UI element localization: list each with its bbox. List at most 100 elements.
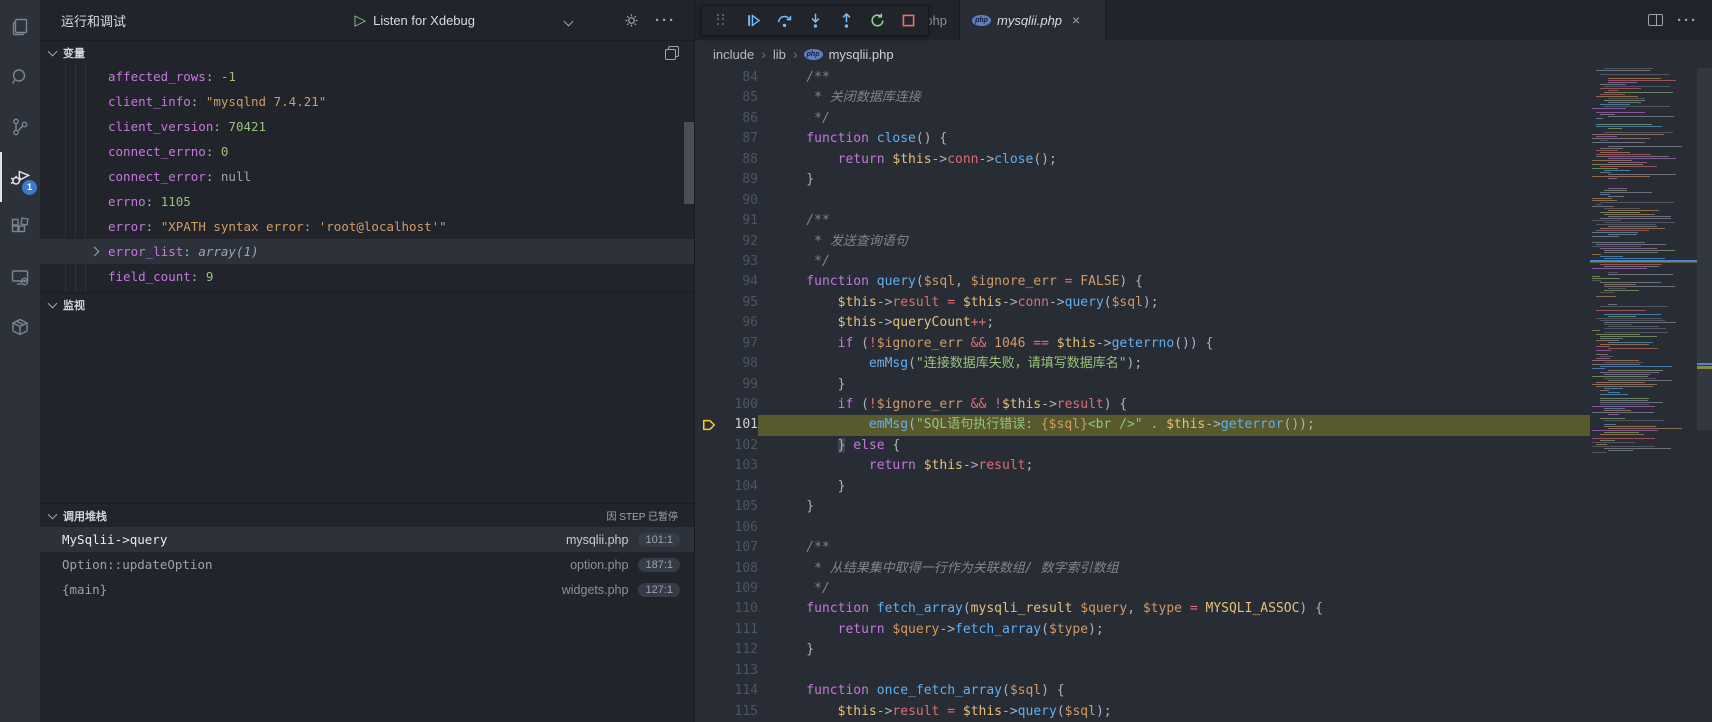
- line-number[interactable]: 99: [695, 375, 758, 395]
- debug-configuration-dropdown[interactable]: Listen for Xdebug: [373, 13, 475, 28]
- line-number[interactable]: 114: [695, 681, 758, 701]
- tab-mysqlii-php[interactable]: php mysqlii.php ×: [960, 0, 1106, 40]
- call-stack-section-header[interactable]: 调用堆栈 因 STEP 已暂停: [40, 503, 694, 527]
- line-number[interactable]: 104: [695, 477, 758, 497]
- line-number[interactable]: 94: [695, 272, 758, 292]
- code-line-84[interactable]: 84 /**: [695, 68, 1712, 88]
- code-line-106[interactable]: 106: [695, 518, 1712, 538]
- breadcrumb-file[interactable]: mysqlii.php: [829, 47, 894, 62]
- more-actions-icon[interactable]: ···: [655, 12, 676, 29]
- call-stack-frame[interactable]: {main}widgets.php127:1: [40, 577, 694, 602]
- line-number[interactable]: 95: [695, 293, 758, 313]
- watch-section-header[interactable]: 监视: [40, 292, 694, 316]
- code-editor[interactable]: 84 /**85 * 关闭数据库连接86 */87 function close…: [695, 68, 1712, 722]
- code-line-100[interactable]: 100 if (!$ignore_err && !$this->result) …: [695, 395, 1712, 415]
- line-number[interactable]: 91: [695, 211, 758, 231]
- variable-row-errno[interactable]: errno: 1105: [40, 189, 694, 214]
- line-number[interactable]: 93: [695, 252, 758, 272]
- code-line-89[interactable]: 89 }: [695, 170, 1712, 190]
- step-over-button[interactable]: [771, 8, 797, 33]
- activity-item-explorer[interactable]: [0, 2, 40, 52]
- line-number[interactable]: 105: [695, 497, 758, 517]
- line-number[interactable]: 103: [695, 456, 758, 476]
- code-line-95[interactable]: 95 $this->result = $this->conn->query($s…: [695, 293, 1712, 313]
- call-stack-frame[interactable]: MySqlii->querymysqlii.php101:1: [40, 527, 694, 552]
- variable-row-error[interactable]: error: "XPATH syntax error: 'root@localh…: [40, 214, 694, 239]
- scrollbar-slider[interactable]: [1697, 68, 1712, 430]
- code-line-110[interactable]: 110 function fetch_array(mysqli_result $…: [695, 599, 1712, 619]
- code-line-101[interactable]: 101 emMsg("SQL语句执行错误: {$sql}<br />" . $t…: [695, 415, 1712, 435]
- line-number[interactable]: 109: [695, 579, 758, 599]
- restart-button[interactable]: [864, 8, 890, 33]
- code-line-85[interactable]: 85 * 关闭数据库连接: [695, 88, 1712, 108]
- code-line-114[interactable]: 114 function once_fetch_array($sql) {: [695, 681, 1712, 701]
- code-line-92[interactable]: 92 * 发送查询语句: [695, 232, 1712, 252]
- variable-row-connect_errno[interactable]: connect_errno: 0: [40, 139, 694, 164]
- step-out-button[interactable]: [833, 8, 859, 33]
- line-number[interactable]: 98: [695, 354, 758, 374]
- code-line-111[interactable]: 111 return $query->fetch_array($type);: [695, 620, 1712, 640]
- line-number[interactable]: 115: [695, 702, 758, 722]
- line-number[interactable]: 112: [695, 640, 758, 660]
- code-line-94[interactable]: 94 function query($sql, $ignore_err = FA…: [695, 272, 1712, 292]
- line-number[interactable]: 88: [695, 150, 758, 170]
- line-number[interactable]: 113: [695, 661, 758, 681]
- code-line-109[interactable]: 109 */: [695, 579, 1712, 599]
- variable-row-affected_rows[interactable]: affected_rows: -1: [40, 64, 694, 89]
- stop-button[interactable]: [895, 8, 921, 33]
- close-icon[interactable]: ×: [1072, 12, 1080, 28]
- variable-row-client_info[interactable]: client_info: "mysqlnd 7.4.21": [40, 89, 694, 114]
- code-line-86[interactable]: 86 */: [695, 109, 1712, 129]
- editor-more-actions-icon[interactable]: ···: [1677, 12, 1698, 29]
- code-line-113[interactable]: 113: [695, 661, 1712, 681]
- collapse-all-icon[interactable]: [665, 46, 678, 59]
- continue-button[interactable]: [740, 8, 766, 33]
- breadcrumb-folder[interactable]: include: [713, 47, 754, 62]
- code-line-108[interactable]: 108 * 从结果集中取得一行作为关联数组/ 数字索引数组: [695, 559, 1712, 579]
- line-number[interactable]: 97: [695, 334, 758, 354]
- code-line-112[interactable]: 112 }: [695, 640, 1712, 660]
- split-editor-icon[interactable]: [1648, 14, 1663, 26]
- code-line-87[interactable]: 87 function close() {: [695, 129, 1712, 149]
- line-number[interactable]: 86: [695, 109, 758, 129]
- variable-row-field_count[interactable]: field_count: 9: [40, 264, 694, 289]
- activity-item-extensions[interactable]: [0, 202, 40, 252]
- code-line-90[interactable]: 90: [695, 191, 1712, 211]
- line-number[interactable]: 92: [695, 232, 758, 252]
- gear-icon[interactable]: [624, 13, 639, 28]
- variable-row-connect_error[interactable]: connect_error: null: [40, 164, 694, 189]
- call-stack-frame[interactable]: Option::updateOptionoption.php187:1: [40, 552, 694, 577]
- activity-item-remote-explorer[interactable]: [0, 252, 40, 302]
- variable-row-error_list[interactable]: error_list: array(1): [40, 239, 694, 264]
- chevron-right-icon[interactable]: [90, 247, 100, 257]
- variables-section-header[interactable]: 变量: [40, 40, 694, 64]
- line-number[interactable]: 85: [695, 88, 758, 108]
- code-line-107[interactable]: 107 /**: [695, 538, 1712, 558]
- step-into-button[interactable]: [802, 8, 828, 33]
- line-number[interactable]: 102: [695, 436, 758, 456]
- activity-item-run-and-debug[interactable]: 1: [0, 152, 40, 202]
- activity-item-package-explorer[interactable]: [0, 302, 40, 352]
- minimap[interactable]: [1590, 68, 1697, 722]
- code-line-97[interactable]: 97 if (!$ignore_err && 1046 == $this->ge…: [695, 334, 1712, 354]
- line-number[interactable]: 108: [695, 559, 758, 579]
- variable-row-client_version[interactable]: client_version: 70421: [40, 114, 694, 139]
- code-line-102[interactable]: 102 } else {: [695, 436, 1712, 456]
- line-number[interactable]: 107: [695, 538, 758, 558]
- activity-item-source-control[interactable]: [0, 102, 40, 152]
- line-number[interactable]: 84: [695, 68, 758, 88]
- code-line-93[interactable]: 93 */: [695, 252, 1712, 272]
- code-line-88[interactable]: 88 return $this->conn->close();: [695, 150, 1712, 170]
- line-number[interactable]: 100: [695, 395, 758, 415]
- code-line-98[interactable]: 98 emMsg("连接数据库失败，请填写数据库名");: [695, 354, 1712, 374]
- activity-item-search[interactable]: [0, 52, 40, 102]
- line-number[interactable]: 90: [695, 191, 758, 211]
- start-debugging-button[interactable]: ▷: [355, 11, 367, 29]
- code-line-103[interactable]: 103 return $this->result;: [695, 456, 1712, 476]
- line-number[interactable]: 110: [695, 599, 758, 619]
- code-line-99[interactable]: 99 }: [695, 375, 1712, 395]
- line-number[interactable]: 89: [695, 170, 758, 190]
- code-line-96[interactable]: 96 $this->queryCount++;: [695, 313, 1712, 333]
- code-line-104[interactable]: 104 }: [695, 477, 1712, 497]
- code-line-91[interactable]: 91 /**: [695, 211, 1712, 231]
